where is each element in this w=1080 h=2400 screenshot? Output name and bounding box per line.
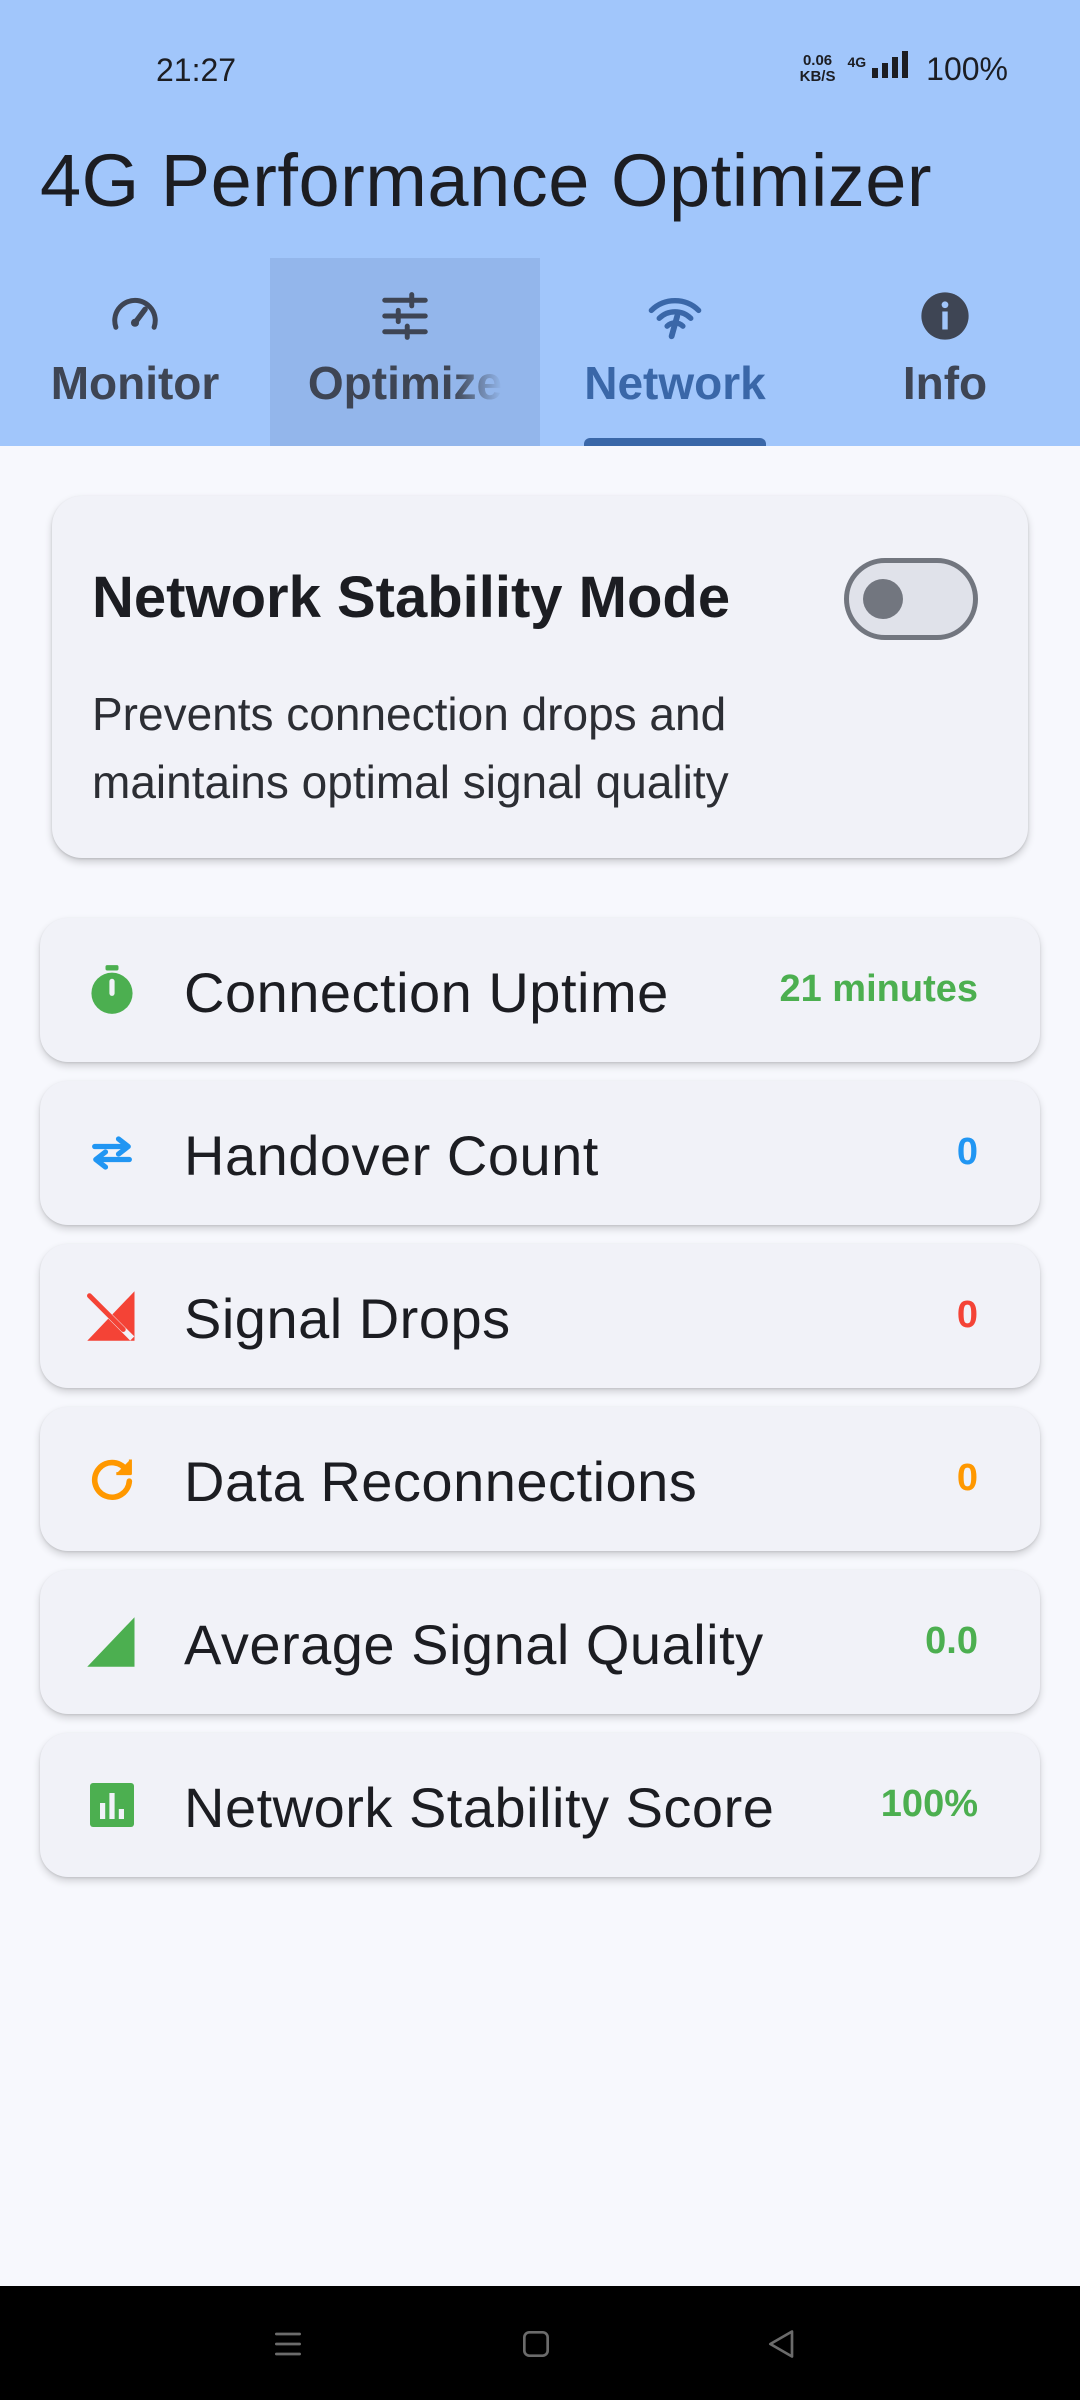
battery-level: 100% bbox=[926, 50, 1008, 87]
net-speed: 0.06 KB/S bbox=[800, 53, 836, 85]
stat-value: 0 bbox=[956, 1294, 978, 1336]
tab-optimize[interactable]: Optimize bbox=[270, 258, 540, 446]
tab-label: Optimize bbox=[307, 357, 503, 409]
tab-monitor[interactable]: Monitor bbox=[0, 258, 270, 446]
stat-value: 100% bbox=[880, 1783, 978, 1825]
stat-label: Average Signal Quality bbox=[184, 1613, 764, 1676]
stability-mode-toggle[interactable] bbox=[844, 558, 978, 640]
signal-cellular-icon bbox=[84, 1614, 140, 1670]
stat-network-stability-score: Network Stability Score 100% bbox=[40, 1733, 1040, 1877]
network-stats-list: Connection Uptime 21 minutes Handover Co… bbox=[40, 918, 1040, 1896]
toggle-knob bbox=[863, 579, 903, 619]
stat-value: 0.0 bbox=[925, 1620, 978, 1662]
stat-data-reconnections: Data Reconnections 0 bbox=[40, 1407, 1040, 1551]
net-speed-unit: KB/S bbox=[799, 68, 836, 85]
swap-arrows-icon bbox=[84, 1125, 140, 1181]
tab-active-indicator bbox=[584, 438, 766, 446]
bar-chart-icon bbox=[84, 1777, 140, 1833]
app-header: 21:27 0.06 KB/S 4G 100% 4G Performance O… bbox=[0, 0, 1080, 446]
stability-mode-description: Prevents connection drops and maintains … bbox=[92, 688, 729, 808]
tune-sliders-icon bbox=[375, 286, 435, 346]
stat-label: Handover Count bbox=[184, 1124, 599, 1187]
stat-label: Data Reconnections bbox=[184, 1450, 698, 1513]
refresh-icon bbox=[84, 1451, 140, 1507]
tab-bar: Monitor Optimize Network Info bbox=[0, 258, 1080, 446]
stat-label: Network Stability Score bbox=[184, 1776, 775, 1839]
stability-mode-title: Network Stability Mode bbox=[92, 565, 731, 630]
tab-info[interactable]: Info bbox=[810, 258, 1080, 446]
recent-apps-icon[interactable] bbox=[258, 2314, 318, 2374]
status-time: 21:27 bbox=[156, 52, 237, 88]
net-speed-value: 0.06 bbox=[802, 52, 833, 69]
stability-mode-card: Network Stability Mode Prevents connecti… bbox=[52, 496, 1028, 858]
stat-handover-count: Handover Count 0 bbox=[40, 1081, 1040, 1225]
status-indicators: 0.06 KB/S 4G 100% bbox=[800, 50, 1008, 88]
stat-connection-uptime: Connection Uptime 21 minutes bbox=[40, 918, 1040, 1062]
stat-value: 21 minutes bbox=[779, 968, 978, 1010]
back-icon[interactable] bbox=[752, 2314, 812, 2374]
home-icon[interactable] bbox=[506, 2314, 566, 2374]
tab-label: Info bbox=[902, 357, 988, 409]
speedometer-icon bbox=[105, 286, 165, 346]
timer-icon bbox=[84, 962, 140, 1018]
stat-average-signal-quality: Average Signal Quality 0.0 bbox=[40, 1570, 1040, 1714]
signal-off-icon bbox=[84, 1288, 140, 1344]
system-navigation-bar bbox=[0, 2286, 1080, 2400]
tab-label: Monitor bbox=[50, 357, 220, 409]
info-icon bbox=[915, 286, 975, 346]
stat-signal-drops: Signal Drops 0 bbox=[40, 1244, 1040, 1388]
app-title: 4G Performance Optimizer bbox=[40, 139, 933, 222]
stat-label: Connection Uptime bbox=[184, 961, 669, 1024]
wifi-tethering-icon bbox=[645, 286, 705, 346]
stat-value: 0 bbox=[956, 1457, 978, 1499]
cell-signal-icon bbox=[870, 50, 914, 88]
tab-label: Network bbox=[584, 357, 766, 409]
network-type: 4G bbox=[847, 54, 867, 70]
stat-value: 0 bbox=[956, 1131, 978, 1173]
tab-network[interactable]: Network bbox=[540, 258, 810, 446]
stat-label: Signal Drops bbox=[184, 1287, 511, 1350]
status-bar: 21:27 0.06 KB/S 4G 100% bbox=[0, 0, 1080, 140]
